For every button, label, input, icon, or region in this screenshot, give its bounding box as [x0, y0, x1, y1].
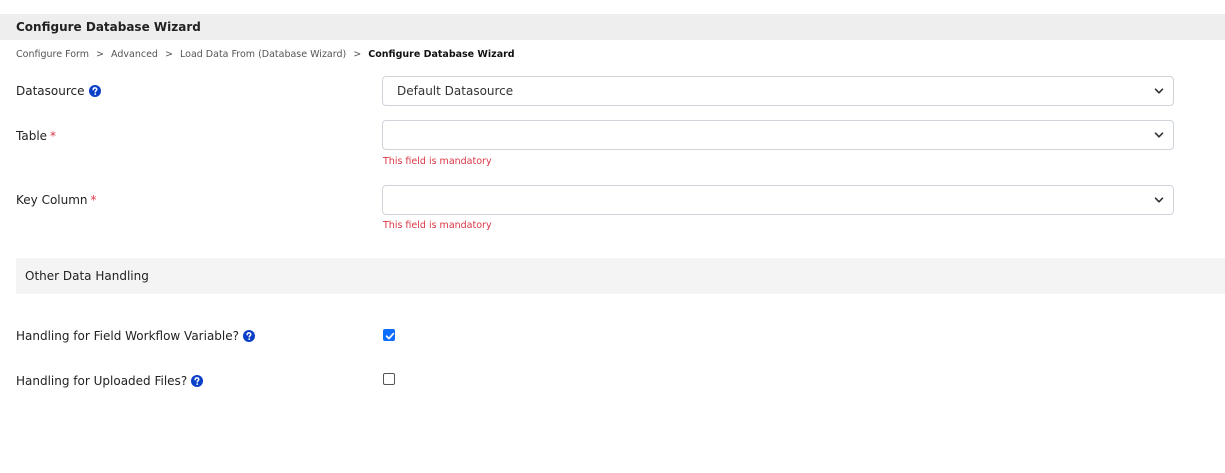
section-title: Other Data Handling	[25, 269, 149, 283]
datasource-select[interactable]: Default Datasource	[382, 76, 1174, 106]
chevron-down-icon	[1154, 88, 1164, 94]
workflow-variable-checkbox[interactable]	[383, 329, 395, 341]
breadcrumb: Configure Form > Advanced > Load Data Fr…	[16, 49, 515, 60]
breadcrumb-item-advanced[interactable]: Advanced	[111, 49, 158, 60]
question-circle-icon[interactable]	[191, 375, 204, 387]
breadcrumb-current: Configure Database Wizard	[368, 49, 515, 60]
key-column-error-message: This field is mandatory	[383, 220, 492, 231]
uploaded-files-label-text: Handling for Uploaded Files?	[16, 374, 188, 388]
breadcrumb-separator: >	[353, 49, 362, 60]
check-icon	[385, 332, 395, 340]
table-label: Table *	[16, 129, 56, 143]
required-mark: *	[50, 129, 57, 143]
other-data-handling-section: Other Data Handling	[16, 258, 1225, 294]
breadcrumb-item-configure-form[interactable]: Configure Form	[16, 49, 89, 60]
uploaded-files-label: Handling for Uploaded Files?	[16, 374, 204, 388]
page: Configure Database Wizard Configure Form…	[0, 0, 1225, 473]
datasource-label: Datasource	[16, 84, 101, 98]
datasource-select-value: Default Datasource	[397, 84, 514, 98]
wizard-title-bar: Configure Database Wizard	[0, 14, 1225, 40]
chevron-down-icon	[1154, 132, 1164, 138]
breadcrumb-separator: >	[165, 49, 173, 60]
key-column-label: Key Column *	[16, 193, 97, 207]
question-circle-icon[interactable]	[88, 85, 101, 97]
key-column-label-text: Key Column	[16, 193, 88, 207]
required-mark: *	[90, 193, 97, 207]
chevron-down-icon	[1154, 197, 1164, 203]
table-label-text: Table	[16, 129, 48, 143]
uploaded-files-checkbox[interactable]	[383, 373, 395, 385]
table-error-message: This field is mandatory	[383, 156, 492, 167]
table-select[interactable]	[382, 120, 1174, 150]
workflow-variable-label: Handling for Field Workflow Variable?	[16, 329, 256, 343]
datasource-label-text: Datasource	[16, 84, 85, 98]
workflow-variable-label-text: Handling for Field Workflow Variable?	[16, 329, 240, 343]
breadcrumb-separator: >	[96, 49, 104, 60]
question-circle-icon[interactable]	[243, 330, 256, 342]
key-column-select[interactable]	[382, 185, 1174, 215]
breadcrumb-item-load-data-from[interactable]: Load Data From (Database Wizard)	[180, 49, 346, 60]
page-title: Configure Database Wizard	[16, 20, 201, 34]
